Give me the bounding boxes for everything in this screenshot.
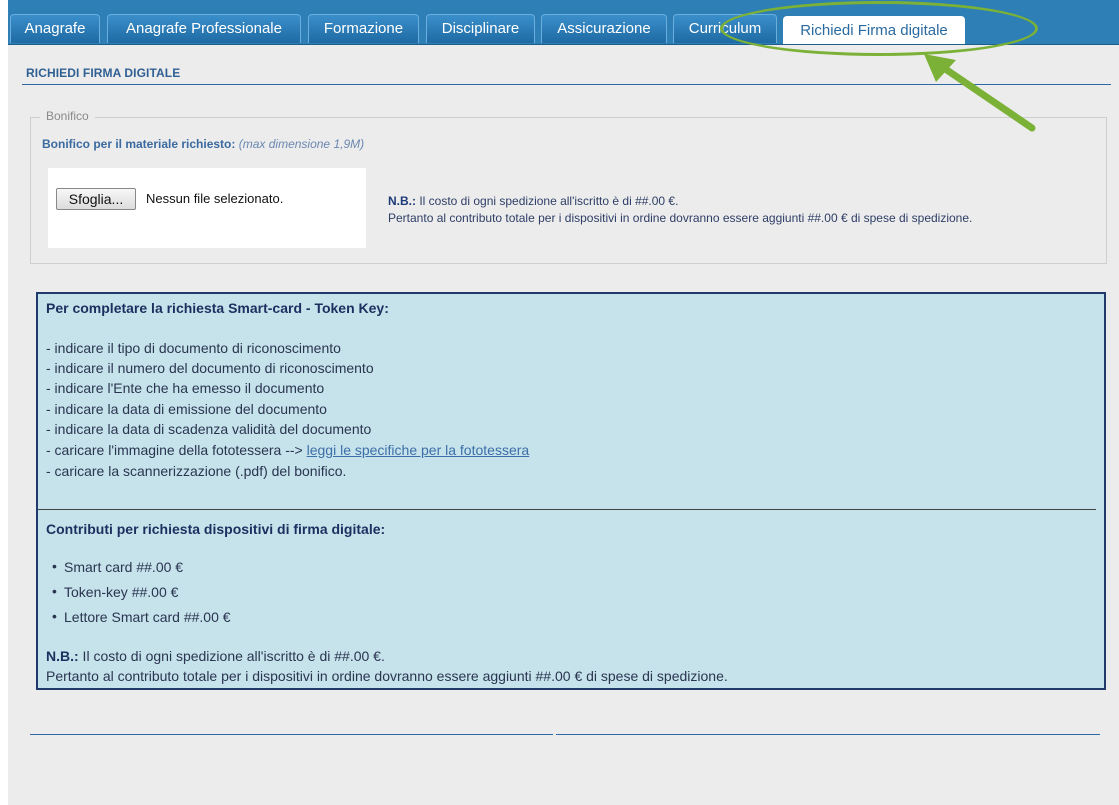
instruction-step-photo-text: - caricare l'immagine della fototessera …	[46, 442, 307, 458]
info-shipping-note-line2: Pertanto al contributo totale per i disp…	[46, 668, 728, 684]
instruction-step: - indicare il numero del documento di ri…	[46, 360, 374, 376]
shipping-note: N.B.: Il costo di ogni spedizione all'is…	[388, 193, 972, 227]
section-title: RICHIEDI FIRMA DIGITALE	[26, 66, 181, 80]
instructions-heading: Per completare la richiesta Smart-card -…	[46, 300, 389, 316]
instruction-step: - caricare la scannerizzazione (.pdf) de…	[46, 463, 347, 479]
tab-assicurazione[interactable]: Assicurazione	[541, 14, 667, 43]
footer-divider-left	[30, 734, 553, 735]
shipping-note-line1: Il costo di ogni spedizione all'iscritto…	[416, 194, 679, 208]
info-shipping-note-label: N.B.:	[46, 648, 79, 664]
highlight-arrow-icon	[924, 54, 1036, 132]
tab-anagrafe[interactable]: Anagrafe	[10, 14, 100, 43]
shipping-note-line2: Pertanto al contributo totale per i disp…	[388, 211, 973, 225]
info-shipping-note-line1: Il costo di ogni spedizione all'iscritto…	[78, 648, 385, 664]
bonifico-size-hint: (max dimensione 1,9M)	[238, 137, 365, 151]
file-status-text: Nessun file selezionato.	[146, 191, 284, 206]
photo-spec-link[interactable]: leggi le specifiche per la fototessera	[307, 442, 530, 458]
instruction-step: - indicare il tipo di documento di ricon…	[46, 340, 341, 356]
instruction-step: - indicare la data di scadenza validità …	[46, 421, 372, 437]
bonifico-label: Bonifico per il materiale richiesto: (ma…	[42, 137, 364, 151]
shipping-note-label: N.B.:	[388, 194, 416, 208]
instruction-step: - indicare la data di emissione del docu…	[46, 401, 327, 417]
footer-divider-right	[556, 734, 1100, 735]
instruction-step: - indicare l'Ente che ha emesso il docum…	[46, 380, 325, 396]
tab-anagrafe-professionale[interactable]: Anagrafe Professionale	[107, 14, 301, 43]
tab-disciplinare[interactable]: Disciplinare	[426, 14, 535, 43]
bonifico-legend: Bonifico	[40, 109, 95, 123]
contribution-item: Smart card ##.00 €	[52, 558, 183, 575]
browse-file-button[interactable]: Sfoglia...	[56, 188, 136, 210]
tab-formazione[interactable]: Formazione	[308, 14, 419, 43]
instruction-step-photo: - caricare l'immagine della fototessera …	[46, 442, 529, 458]
info-shipping-note: N.B.: Il costo di ogni spedizione all'is…	[46, 648, 385, 664]
contribution-item: Token-key ##.00 €	[52, 583, 178, 600]
instructions-divider	[38, 509, 1096, 510]
contribution-item: Lettore Smart card ##.00 €	[52, 608, 231, 625]
bonifico-label-text: Bonifico per il materiale richiesto:	[42, 137, 236, 151]
highlight-ellipse	[720, 1, 1038, 56]
contributions-heading: Contributi per richiesta dispositivi di …	[46, 521, 386, 537]
